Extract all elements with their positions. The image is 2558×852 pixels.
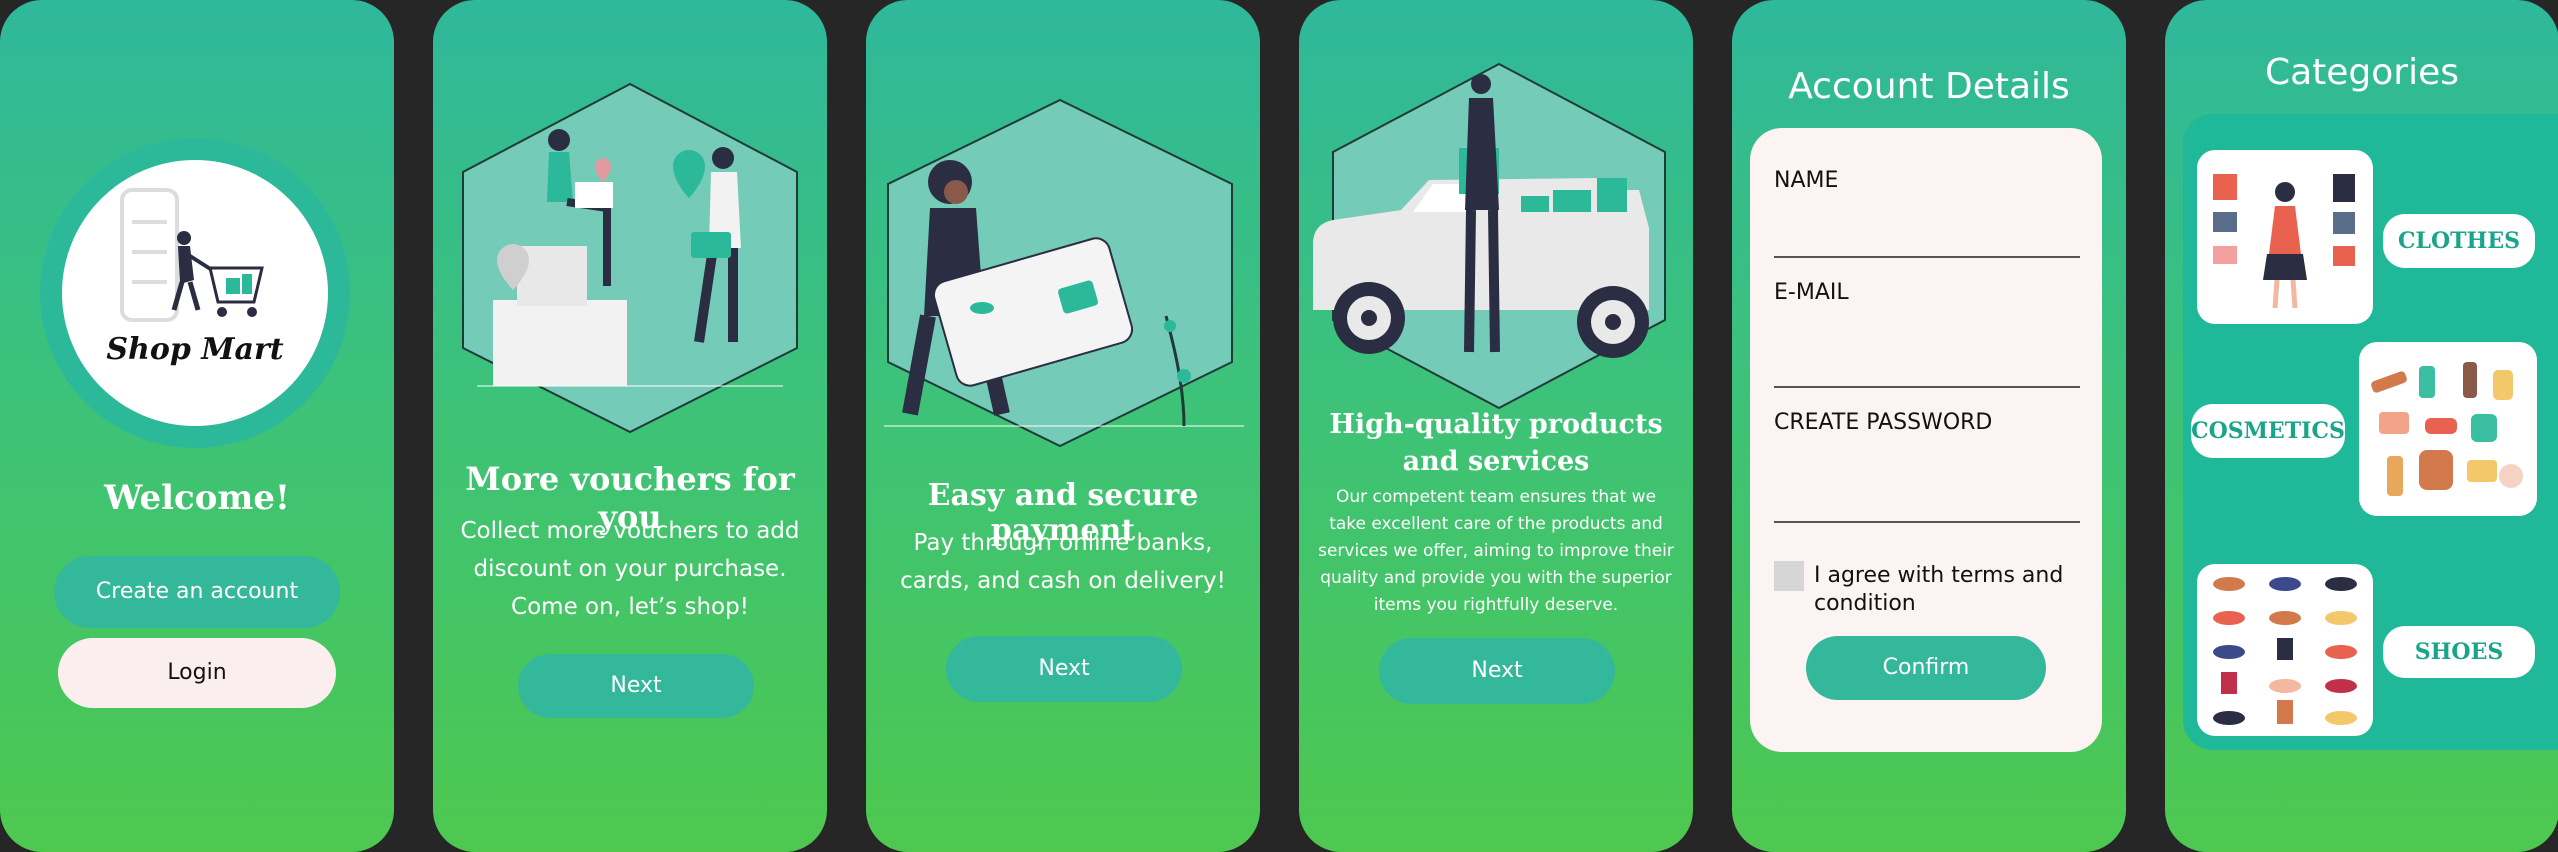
quality-body-line: Our competent team ensures that we (1335, 487, 1657, 507)
quality-body-line: quality and provide you with the superio… (1320, 568, 1672, 588)
categories-title: Categories (2264, 52, 2460, 93)
next-button[interactable]: Next (946, 636, 1182, 702)
categories-panel: CLOTHES COSMETICS SHOES (2183, 114, 2558, 750)
welcome-screen: Shop Mart Welcome! Create an account Log… (0, 0, 394, 852)
payment-body-line: cards, and cash on delivery! (900, 568, 1226, 594)
terms-label-line: I agree with terms and (1814, 563, 2064, 588)
terms-checkbox[interactable] (1774, 561, 1804, 591)
payment-body: Pay through online banks, cards, and cas… (866, 524, 1260, 600)
payment-illustration (884, 98, 1244, 448)
categories-screen: Categories CLOTHES COSMETICS SHOES (2165, 0, 2558, 852)
name-label: NAME (1774, 168, 1839, 193)
email-field[interactable] (1774, 386, 2080, 388)
login-button[interactable]: Login (58, 638, 336, 708)
password-label: CREATE PASSWORD (1774, 410, 1993, 435)
quality-body: Our competent team ensures that we take … (1299, 484, 1693, 619)
vouchers-body-line: Collect more vouchers to add (460, 518, 800, 544)
shoes-icon (2213, 577, 2357, 725)
quality-title: High-quality products and services (1299, 406, 1693, 480)
name-field[interactable] (1774, 256, 2080, 258)
category-cosmetics[interactable]: COSMETICS (2191, 404, 2345, 458)
terms-label: I agree with terms and condition (1814, 562, 2063, 618)
vouchers-body-line: Come on, let’s shop! (511, 594, 749, 620)
next-button[interactable]: Next (518, 654, 754, 718)
shoes-card[interactable] (2197, 564, 2373, 736)
account-form-card: NAME E-MAIL CREATE PASSWORD I agree with… (1750, 128, 2102, 752)
account-details-title: Account Details (1788, 66, 2070, 107)
quality-title-line: and services (1402, 446, 1590, 477)
cosmetics-icon (2371, 362, 2523, 496)
vouchers-screen: More vouchers for you Collect more vouch… (433, 0, 827, 852)
welcome-heading: Welcome! (104, 478, 290, 518)
vouchers-body: Collect more vouchers to add discount on… (433, 512, 827, 626)
quality-body-line: services we offer, aiming to improve the… (1318, 541, 1674, 561)
next-button[interactable]: Next (1379, 638, 1615, 704)
account-details-screen: Account Details NAME E-MAIL CREATE PASSW… (1732, 0, 2126, 852)
create-account-button[interactable]: Create an account (54, 556, 340, 628)
logo-text: Shop Mart (106, 332, 284, 367)
quality-body-line: items you rightfully deserve. (1373, 595, 1619, 615)
delivery-truck-illustration (1313, 62, 1666, 410)
quality-title-line: High-quality products (1329, 409, 1663, 440)
vouchers-illustration (462, 82, 798, 434)
email-label: E-MAIL (1774, 280, 1849, 305)
category-clothes[interactable]: CLOTHES (2383, 214, 2535, 268)
quality-body-line: take excellent care of the products and (1329, 514, 1663, 534)
clothes-card[interactable] (2197, 150, 2373, 324)
vouchers-body-line: discount on your purchase. (473, 556, 787, 582)
password-field[interactable] (1774, 521, 2080, 523)
shopping-cart-illustration (120, 188, 264, 322)
payment-screen: Easy and secure payment Pay through onli… (866, 0, 1260, 852)
cosmetics-card[interactable] (2359, 342, 2537, 516)
quality-screen: High-quality products and services Our c… (1299, 0, 1693, 852)
clothes-icon (2213, 174, 2355, 309)
payment-body-line: Pay through online banks, (913, 530, 1213, 556)
confirm-button[interactable]: Confirm (1806, 636, 2046, 700)
category-shoes[interactable]: SHOES (2383, 626, 2535, 678)
terms-label-line: condition (1814, 591, 1916, 616)
logo: Shop Mart (62, 160, 328, 426)
